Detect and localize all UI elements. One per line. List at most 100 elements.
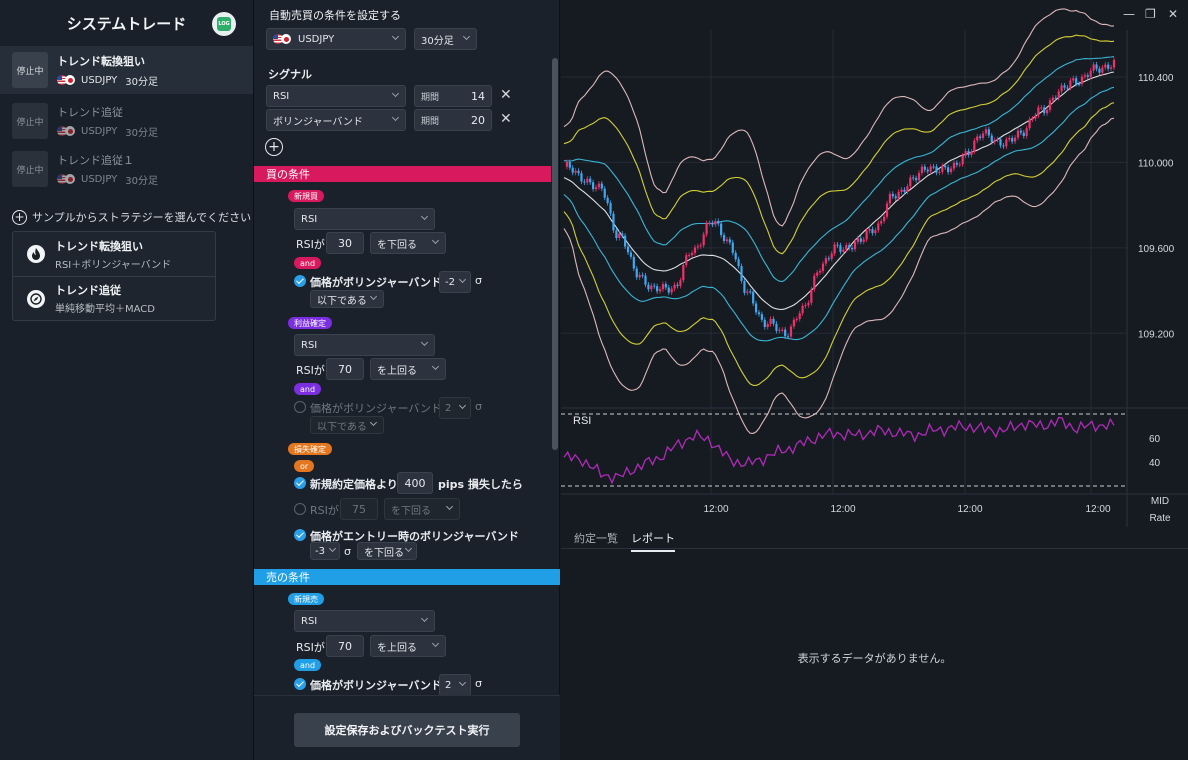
chevron-down-icon [431, 236, 440, 245]
candle-body [1031, 118, 1034, 120]
candle-body [1104, 64, 1107, 68]
signal-2-period-input[interactable]: 期間 20 [414, 109, 492, 131]
buy-conditions-header: 買の条件 [254, 166, 551, 182]
candle-body [1028, 119, 1031, 129]
candle-body [836, 244, 839, 246]
usdjpy-flag-icon [57, 126, 77, 136]
candle-body [955, 162, 958, 165]
sample-item-trend-follow[interactable]: トレンド追従 単純移動平均＋MACD [13, 276, 215, 320]
candle-body [871, 229, 874, 234]
minimize-icon[interactable]: — [1123, 7, 1135, 21]
loss-entry-sigma-select[interactable]: -3 [310, 542, 340, 560]
strategy-item-trend-reversal[interactable]: 停止中 トレンド転換狙い USDJPY 30分足 [0, 46, 253, 94]
candle-body [874, 230, 877, 234]
signal-1-indicator-select[interactable]: RSI [266, 85, 406, 107]
buy-profit-bb-checkbox[interactable] [294, 401, 306, 413]
close-icon[interactable]: ✕ [1168, 7, 1178, 21]
candle-body [594, 187, 598, 190]
loss-pips-checkbox[interactable] [294, 477, 306, 489]
tab-report[interactable]: レポート [631, 530, 675, 552]
buy-profit-bb-sigma: 2 [445, 402, 452, 414]
candle-body [999, 139, 1002, 146]
sell-new-bb-checkbox[interactable] [294, 678, 306, 690]
strategy-pair: USDJPY [81, 173, 118, 185]
candle-body [807, 302, 810, 306]
buy-new-bb-checkbox[interactable] [294, 275, 306, 287]
candle-body [609, 203, 612, 214]
time-tick-label: 12:00 [830, 504, 855, 515]
sample-prompt-text: サンプルからストラテジーを選んでください [32, 211, 252, 224]
strategy-status-badge: 停止中 [12, 103, 48, 139]
candle-body [816, 272, 819, 276]
rsi-tick-label: 40 [1149, 458, 1161, 469]
time-tick-label: 12:00 [1085, 504, 1110, 515]
sample-item-trend-reversal[interactable]: トレンド転換狙い RSI＋ボリンジャーバンド [13, 232, 215, 276]
sample-strategy-prompt[interactable]: + サンプルからストラテジーを選んでください [12, 209, 253, 225]
sell-new-bb-sigma-select[interactable]: 2 [439, 674, 471, 696]
save-and-backtest-button[interactable]: 設定保存およびバックテスト実行 [294, 713, 520, 747]
candle-body [1011, 138, 1014, 142]
candle-body [1101, 67, 1104, 73]
candle-body [740, 266, 743, 281]
remove-signal-1-icon[interactable]: ✕ [500, 87, 512, 103]
candle-body [1019, 130, 1022, 133]
candle-body [1022, 132, 1025, 137]
candle-body [690, 252, 694, 256]
loss-rsi-checkbox[interactable] [294, 503, 306, 515]
remove-signal-2-icon[interactable]: ✕ [500, 111, 512, 127]
signal-2-indicator-select[interactable]: ボリンジャーバンド [266, 109, 406, 131]
strategy-item-trend-follow[interactable]: 停止中 トレンド追従 USDJPY 30分足 [0, 97, 253, 145]
strategy-sidebar: システムトレード LOG 停止中 トレンド転換狙い USDJPY 30分足 停止… [0, 0, 254, 760]
buy-new-rsi-input[interactable]: 30 [326, 232, 364, 254]
candle-body [1002, 145, 1005, 147]
candle-body [667, 287, 670, 293]
candle-body [644, 275, 647, 285]
buy-profit-indicator-select[interactable]: RSI [294, 334, 435, 356]
app-logo-icon[interactable]: LOG [212, 12, 236, 36]
loss-pips-suffix: pips 損失したら [438, 478, 523, 491]
signal-1-period-input[interactable]: 期間 14 [414, 85, 492, 107]
price-chart[interactable]: RSI 110.400 110.000 109.600 109.200 60 40 12:0… [561, 0, 1188, 527]
sell-new-indicator-select[interactable]: RSI [294, 610, 435, 632]
candle-body [1089, 70, 1092, 77]
chevron-down-icon [462, 32, 471, 41]
sigma-symbol: σ [344, 545, 351, 558]
buy-new-indicator-select[interactable]: RSI [294, 208, 435, 230]
loss-rsi-input[interactable]: 75 [340, 498, 378, 520]
tab-executions[interactable]: 約定一覧 [574, 530, 618, 546]
buy-new-bb-sigma-select[interactable]: -2 [439, 271, 471, 293]
timeframe-select[interactable]: 30分足 [414, 28, 477, 50]
loss-rsi-compare-select[interactable]: を下回る [384, 498, 460, 520]
buy-profit-bb-sigma-select[interactable]: 2 [439, 397, 471, 419]
add-circle-icon[interactable]: + [12, 209, 27, 225]
or-pill: or [294, 460, 315, 472]
sell-new-rsi-compare-select[interactable]: を上回る [370, 635, 446, 657]
buy-new-bb-compare-select[interactable]: 以下である [310, 290, 384, 308]
stop-loss-pill: 損失確定 [288, 443, 332, 455]
candle-body [786, 336, 790, 338]
buy-profit-rsi-compare-select[interactable]: を上回る [370, 358, 446, 380]
candle-body [1107, 64, 1110, 69]
candle-body [606, 197, 609, 204]
buy-new-rsi-compare-select[interactable]: を下回る [370, 232, 446, 254]
config-scrollbar[interactable] [552, 58, 558, 450]
loss-entry-compare-select[interactable]: を下回る [357, 542, 417, 560]
time-tick-label: 12:00 [703, 504, 728, 515]
strategy-timeframe: 30分足 [125, 127, 158, 139]
loss-entry-bb-checkbox[interactable] [294, 529, 306, 541]
chevron-down-icon [391, 113, 400, 122]
maximize-icon[interactable]: ❐ [1145, 7, 1156, 21]
candle-body [967, 151, 970, 155]
sell-new-rsi-input[interactable]: 70 [326, 635, 364, 657]
candle-body [664, 284, 667, 288]
signal-2-period: 20 [471, 113, 485, 127]
buy-profit-bb-compare-select[interactable]: 以下である [310, 416, 384, 434]
add-signal-icon[interactable]: + [265, 138, 283, 156]
candle-body [1040, 107, 1043, 109]
loss-pips-input[interactable]: 400 [397, 472, 433, 494]
sell-new-rsi-compare: を上回る [377, 642, 417, 654]
strategy-timeframe: 30分足 [125, 76, 158, 88]
buy-profit-rsi-input[interactable]: 70 [326, 358, 364, 380]
currency-pair-select[interactable]: USDJPY [266, 28, 406, 50]
strategy-item-trend-follow-1[interactable]: 停止中 トレンド追従１ USDJPY 30分足 [0, 145, 253, 193]
